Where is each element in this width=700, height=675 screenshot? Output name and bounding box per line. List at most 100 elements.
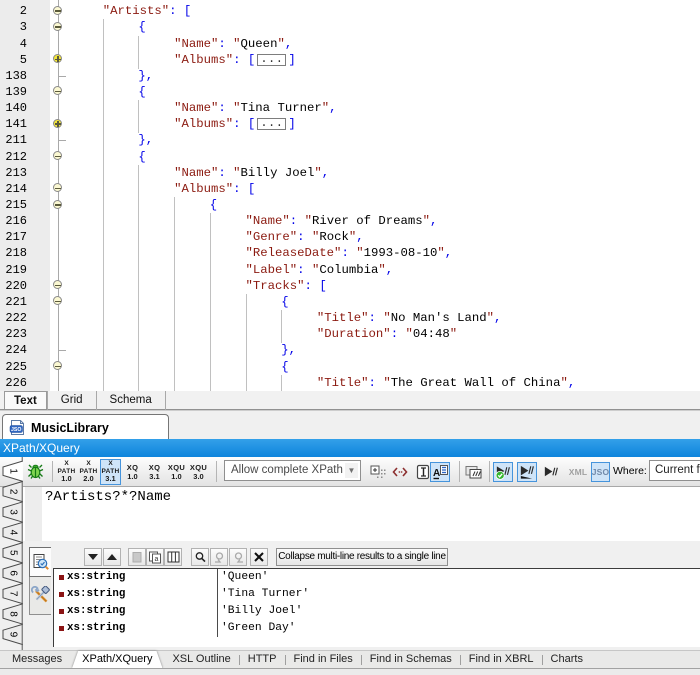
results-side-tab[interactable] [29, 547, 51, 577]
clear-results-icon[interactable] [250, 548, 268, 566]
code-line[interactable]: 215{ [0, 197, 700, 214]
version-button-xq-1.0[interactable]: XQ1.0 [122, 459, 143, 485]
indent-guide [246, 294, 247, 311]
fold-collapse-icon[interactable] [53, 22, 62, 31]
code-line[interactable]: 213"Name": "Billy Joel", [0, 165, 700, 182]
code-line[interactable]: 222"Title": "No Man's Land", [0, 310, 700, 327]
code-line[interactable]: 225{ [0, 359, 700, 376]
move-up-icon[interactable] [103, 548, 121, 566]
bottom-tab-find-in-schemas[interactable]: Find in Schemas [362, 651, 460, 668]
fold-collapse-icon[interactable] [53, 151, 62, 160]
fold-collapse-icon[interactable] [53, 6, 62, 15]
code-line[interactable]: 221{ [0, 294, 700, 311]
code-line[interactable]: 216"Name": "River of Dreams", [0, 213, 700, 230]
code-line[interactable]: 219"Label": "Columbia", [0, 262, 700, 279]
fold-collapse-icon[interactable] [53, 200, 62, 209]
bottom-tab-find-in-files[interactable]: Find in Files [286, 651, 361, 668]
fold-expand-icon[interactable] [53, 119, 62, 128]
code-line-text: "Name": "Queen", [174, 36, 292, 53]
evaluate-manual-icon[interactable] [541, 462, 561, 482]
code-line[interactable]: 218"ReleaseDate": "1993-08-10", [0, 245, 700, 262]
fold-expand-icon[interactable] [53, 54, 62, 63]
fold-collapse-icon[interactable] [53, 280, 62, 289]
code-line[interactable]: 4"Name": "Queen", [0, 36, 700, 53]
code-line[interactable]: 138}, [0, 68, 700, 85]
where-scope-combo[interactable]: Current f [649, 460, 700, 481]
indent-guide [138, 359, 139, 376]
xpath-window-tab-strip[interactable]: 123456789 [0, 457, 23, 650]
result-row[interactable]: xs:string'Queen' [54, 569, 700, 586]
collapsed-fold-box[interactable]: ... [257, 118, 286, 130]
svg-text:7: 7 [8, 591, 19, 597]
document-tab-musiclibrary[interactable]: JSO MusicLibrary [2, 414, 169, 440]
code-line[interactable]: 139{ [0, 84, 700, 101]
move-down-icon[interactable] [84, 548, 102, 566]
fold-collapse-icon[interactable] [53, 86, 62, 95]
copy-result-icon[interactable] [128, 548, 146, 566]
code-line[interactable]: 223"Duration": "04:48" [0, 326, 700, 343]
collapsed-fold-box[interactable]: ... [257, 54, 286, 66]
indent-guide [103, 359, 104, 376]
code-line[interactable]: 226"Title": "The Great Wall of China", [0, 375, 700, 391]
result-type: xs:string [67, 603, 125, 620]
version-button-xq-3.1[interactable]: XQ3.1 [144, 459, 165, 485]
fold-collapse-icon[interactable] [53, 361, 62, 370]
json-mode-toggle[interactable]: JSO [591, 462, 610, 482]
code-line[interactable]: 2"Artists": [ [0, 3, 700, 20]
results-as-text-icon[interactable]: A [430, 462, 450, 482]
result-row[interactable]: xs:string'Billy Joel' [54, 603, 700, 620]
code-line[interactable]: 211}, [0, 132, 700, 149]
code-line[interactable]: 220"Tracks": [ [0, 278, 700, 295]
bug-icon[interactable] [27, 463, 44, 480]
combo-dropdown-arrow[interactable]: ▼ [345, 463, 358, 478]
result-window-icon[interactable] [462, 462, 484, 482]
code-line[interactable]: 3{ [0, 19, 700, 36]
code-line[interactable]: 214"Albums": [ [0, 181, 700, 198]
version-button-x-path-1.0[interactable]: XPATH1.0 [56, 459, 77, 485]
line-number: 225 [0, 359, 27, 375]
indent-guide [103, 245, 104, 262]
view-tab-schema[interactable]: Schema [97, 391, 165, 409]
code-line[interactable]: 140"Name": "Tina Turner", [0, 100, 700, 117]
code-line[interactable]: 141"Albums": [...] [0, 116, 700, 133]
code-line[interactable]: 217"Genre": "Rock", [0, 229, 700, 246]
code-line[interactable]: 212{ [0, 149, 700, 166]
bottom-tab-xsl-outline[interactable]: XSL Outline [164, 651, 238, 668]
version-button-xqu-3.0[interactable]: XQU3.0 [188, 459, 209, 485]
bottom-tab-messages[interactable]: Messages [4, 651, 70, 668]
evaluate-on-typing-icon[interactable] [517, 462, 537, 482]
version-button-x-path-2.0[interactable]: XPATH2.0 [78, 459, 99, 485]
xpath-query-editor[interactable]: ?Artists?*?Name [23, 487, 700, 541]
fold-collapse-icon[interactable] [53, 296, 62, 305]
bottom-tab-xpath-xquery[interactable]: XPath/XQuery [72, 651, 162, 668]
code-line[interactable]: 224}, [0, 342, 700, 359]
bottom-tab-charts[interactable]: Charts [543, 651, 591, 668]
view-tab-text[interactable]: Text [4, 391, 47, 409]
results-list[interactable]: xs:string'Queen'xs:string'Tina Turner'xs… [53, 568, 700, 647]
builder-mode-icon[interactable] [368, 462, 388, 482]
show-as-table-icon[interactable] [164, 548, 182, 566]
evaluate-check-icon[interactable] [493, 462, 513, 482]
xpath-mode-combo[interactable]: Allow complete XPath ▼ [224, 460, 361, 481]
builder-side-tab[interactable] [29, 577, 51, 615]
indent-guide [138, 326, 139, 343]
xml-markup-icon[interactable] [390, 462, 410, 482]
zoom-prev-icon[interactable] [210, 548, 228, 566]
bottom-tab-find-in-xbrl[interactable]: Find in XBRL [461, 651, 542, 668]
collapse-results-button[interactable]: Collapse multi-line results to a single … [276, 548, 448, 566]
copy-all-results-icon[interactable]: a [146, 548, 164, 566]
zoom-next-icon[interactable] [229, 548, 247, 566]
view-tab-grid[interactable]: Grid [48, 391, 96, 409]
code-line[interactable]: 5"Albums": [...] [0, 52, 700, 69]
version-button-xqu-1.0[interactable]: XQU1.0 [166, 459, 187, 485]
code-editor[interactable]: 2"Artists": [3{4"Name": "Queen",5"Albums… [0, 0, 700, 391]
result-row[interactable]: xs:string'Green Day' [54, 620, 700, 637]
fold-collapse-icon[interactable] [53, 183, 62, 192]
zoom-icon[interactable] [191, 548, 209, 566]
result-row[interactable]: xs:string'Tina Turner' [54, 586, 700, 603]
code-line-text: "Artists": [ [103, 3, 192, 20]
bottom-tab-http[interactable]: HTTP [240, 651, 285, 668]
xpath-query-text[interactable]: ?Artists?*?Name [45, 490, 171, 505]
xml-mode-toggle[interactable]: XML [566, 462, 590, 482]
version-button-x-path-3.1[interactable]: XPATH3.1 [100, 459, 121, 485]
